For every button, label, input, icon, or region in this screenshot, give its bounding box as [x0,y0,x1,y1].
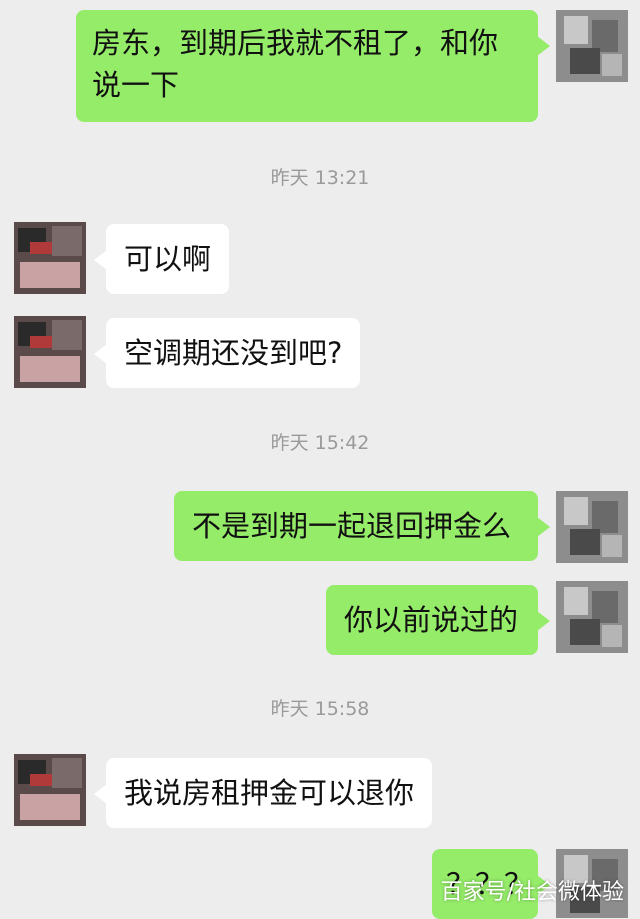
contact-avatar[interactable] [14,222,86,294]
contact-avatar[interactable] [14,316,86,388]
watermark: 百家号/社会微体验 [440,880,624,905]
my-avatar[interactable] [556,10,628,82]
message-bubble-sent[interactable]: 不是到期一起退回押金么 [174,491,550,561]
timestamp: 昨天 15:42 [270,432,370,454]
timestamp: 昨天 13:21 [270,167,370,189]
message-bubble-received[interactable]: 可以啊 [93,224,230,294]
contact-avatar[interactable] [14,754,86,826]
message-bubble-sent[interactable]: 房东，到期后我就不租了，和你说一下 [76,10,550,122]
message-bubble-received[interactable]: 我说房租押金可以退你 [93,758,433,828]
my-avatar[interactable] [556,581,628,653]
message-bubble-received[interactable]: 空调期还没到吧? [93,318,361,388]
my-avatar[interactable] [556,491,628,563]
message-bubble-sent[interactable]: 你以前说过的 [326,585,550,655]
timestamp: 昨天 15:58 [270,698,370,720]
